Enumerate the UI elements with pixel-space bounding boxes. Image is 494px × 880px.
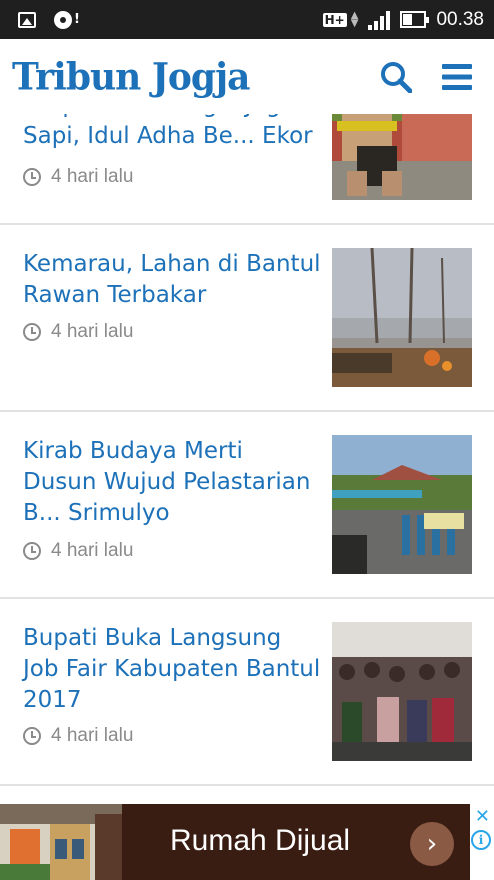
ad-arrow-button[interactable]: › [410, 822, 454, 866]
data-activity-icon: ▲ ▼ [350, 9, 359, 29]
app-header: Tribun Jogja [0, 39, 494, 114]
clock-icon [23, 542, 41, 560]
burning-field-photo[interactable] [332, 248, 472, 387]
article-meta: 4 hari lalu [23, 725, 133, 747]
ad-close-icon[interactable]: ✕ [475, 806, 490, 827]
article-item[interactable]: Kirab Budaya Merti Dusun Wujud Pelastari… [0, 412, 494, 599]
ad-banner[interactable]: Rumah Dijual › ✕ i [0, 802, 494, 880]
ad-info-icon[interactable]: i [471, 830, 491, 850]
article-meta: 4 hari lalu [23, 540, 133, 562]
search-icon[interactable] [380, 61, 412, 93]
network-type: H+ [322, 12, 347, 27]
status-bar: ! H+ ▲ ▼ 00.38 [0, 0, 494, 39]
status-indicators: H+ ▲ ▼ 00.38 [322, 8, 484, 31]
signal-icon [368, 10, 391, 30]
ad-text[interactable]: Rumah Dijual [170, 824, 350, 858]
site-logo[interactable]: Tribun Jogja [12, 54, 250, 98]
article-title[interactable]: Kirab Budaya Merti Dusun Wujud Pelastari… [23, 436, 323, 529]
status-notifications: ! [18, 10, 80, 29]
hamburger-menu-icon[interactable] [442, 63, 472, 90]
ad-content[interactable]: Rumah Dijual › [0, 804, 470, 880]
article-time: 4 hari lalu [51, 540, 134, 561]
article-title[interactable]: Bupati Buka Langsung Job Fair Kabupaten … [23, 623, 323, 716]
article-item[interactable]: Bupati Buka Langsung Job Fair Kabupaten … [0, 599, 494, 786]
image-notification-icon [18, 11, 36, 28]
battery-icon [400, 11, 430, 28]
article-time: 4 hari lalu [51, 321, 134, 342]
clock: 00.38 [436, 8, 484, 30]
media-notification-icon [54, 10, 72, 29]
article-time: 4 hari lalu [51, 725, 134, 746]
alert-icon: ! [74, 12, 80, 27]
article-time: 4 hari lalu [51, 166, 134, 187]
house-photo [0, 804, 122, 880]
clock-icon [23, 323, 41, 341]
article-title[interactable]: Kemarau, Lahan di Bantul Rawan Terbakar [23, 249, 323, 311]
parade-photo[interactable] [332, 435, 472, 574]
clock-icon [23, 168, 41, 186]
article-item[interactable]: Kemarau, Lahan di Bantul Rawan Terbakar … [0, 225, 494, 412]
article-meta: 4 hari lalu [23, 166, 133, 188]
clock-icon [23, 727, 41, 745]
crowd-photo[interactable] [332, 622, 472, 761]
header-actions [380, 61, 472, 93]
article-meta: 4 hari lalu [23, 321, 133, 343]
